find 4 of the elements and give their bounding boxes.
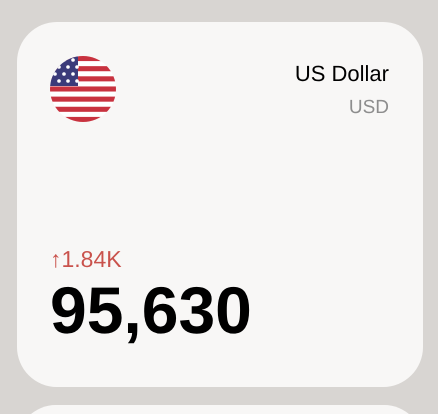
- change-amount: ↑1.84K: [50, 246, 123, 273]
- currency-name: US Dollar: [294, 61, 389, 87]
- rate-value: 95,630: [50, 277, 253, 343]
- currency-code: USD: [348, 97, 389, 119]
